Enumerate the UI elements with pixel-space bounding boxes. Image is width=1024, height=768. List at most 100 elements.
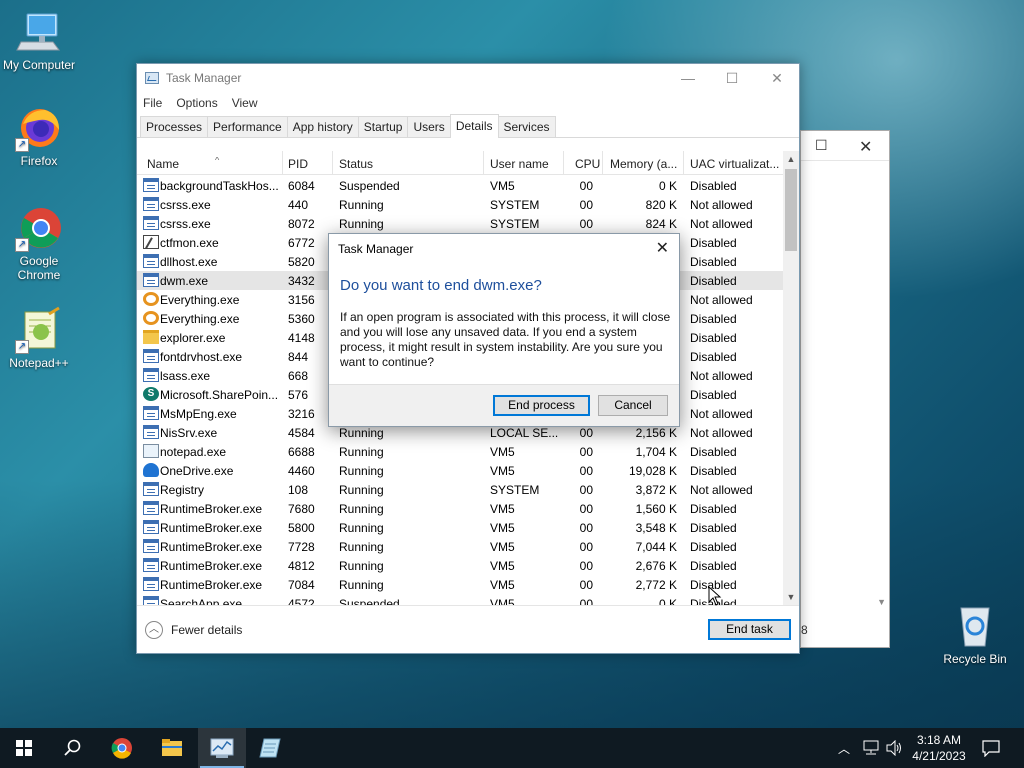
column-header-pid[interactable]: PID [288, 157, 332, 171]
table-row[interactable]: Registry 108 Running SYSTEM 00 3,872 K Not all… [137, 480, 783, 499]
chevron-up-icon: ︿ [145, 621, 163, 639]
taskbar-file-explorer[interactable] [148, 728, 196, 768]
table-row[interactable]: notepad.exe 6688 Running VM5 00 1,704 K Disabl… [137, 442, 783, 461]
column-header-cpu[interactable]: CPU [575, 157, 601, 171]
window-icon [143, 425, 159, 439]
maximize-button[interactable]: ☐ [709, 64, 755, 92]
table-row[interactable]: RuntimeBroker.exe 7680 Running VM5 00 1,560 K… [137, 499, 783, 518]
cell-memory: 2,156 K [635, 426, 677, 440]
end-process-dialog[interactable]: Task Manager ✕ Do you want to end dwm.ex… [328, 233, 680, 427]
table-row[interactable]: csrss.exe 8072 Running SYSTEM 00 824 K Not all… [137, 214, 783, 233]
desktop-icon-google-chrome[interactable]: ↗ Google Chrome [0, 204, 78, 282]
cell-status: Running [339, 217, 384, 231]
table-row[interactable]: SearchApp.exe 4572 Suspended VM5 00 0 K Disabl… [137, 594, 783, 605]
table-row[interactable]: RuntimeBroker.exe 7728 Running VM5 00 7,044 K… [137, 537, 783, 556]
column-header-uac-virtualization[interactable]: UAC virtualizat... [690, 157, 782, 171]
maximize-icon[interactable]: ☐ [815, 137, 828, 154]
dialog-message: If an open program is associated with th… [340, 310, 671, 369]
cell-pid: 7680 [288, 502, 315, 516]
table-row[interactable]: backgroundTaskHos... 6084 Suspended VM5 00 0 … [137, 176, 783, 195]
cell-uac-virtualization: Disabled [690, 350, 737, 364]
start-button[interactable] [0, 728, 48, 768]
menu-view[interactable]: View [232, 96, 258, 110]
window-icon [143, 577, 159, 591]
desktop-icon-recycle-bin[interactable]: Recycle Bin [936, 602, 1014, 666]
column-header-user-name[interactable]: User name [490, 157, 564, 171]
cell-uac-virtualization: Disabled [690, 445, 737, 459]
end-process-button[interactable]: End process [493, 395, 590, 416]
end-task-button[interactable]: End task [708, 619, 791, 640]
scrollbar-thumb[interactable] [785, 169, 797, 251]
dialog-close-icon[interactable]: ✕ [656, 238, 669, 258]
menu-file[interactable]: File [143, 96, 162, 110]
tab-users[interactable]: Users [407, 116, 451, 137]
taskbar-notepad[interactable] [246, 728, 294, 768]
scroll-up-icon[interactable]: ▲ [783, 151, 799, 167]
volume-icon[interactable] [886, 740, 902, 756]
menu-options[interactable]: Options [176, 96, 217, 110]
desktop-icon-label: Firefox [20, 154, 58, 168]
cell-pid: 108 [288, 483, 309, 497]
vertical-scrollbar[interactable]: ▲ ▼ [783, 151, 799, 605]
search-button[interactable] [48, 728, 96, 768]
notifications-icon[interactable] [982, 739, 1000, 757]
cell-status: Running [339, 578, 384, 592]
window-icon [143, 216, 159, 230]
recycle-bin-icon [951, 602, 999, 650]
cancel-button[interactable]: Cancel [598, 395, 668, 416]
close-icon[interactable]: ✕ [859, 137, 872, 157]
minimize-button[interactable]: — [665, 64, 711, 92]
cell-cpu: 00 [579, 198, 593, 212]
cell-cpu: 00 [579, 483, 593, 497]
cell-pid: 8072 [288, 217, 315, 231]
cell-memory: 3,548 K [635, 521, 677, 535]
desktop-icon-my-computer[interactable]: My Computer [0, 8, 78, 72]
network-icon[interactable] [862, 740, 880, 756]
scroll-down-icon[interactable]: ▼ [783, 589, 799, 605]
table-row[interactable]: RuntimeBroker.exe 5800 Running VM5 00 3,548 K… [137, 518, 783, 537]
desktop-icon-label: Google Chrome [17, 254, 61, 282]
table-row[interactable]: OneDrive.exe 4460 Running VM5 00 19,028 K Disa… [137, 461, 783, 480]
taskbar-chrome[interactable] [98, 728, 146, 768]
desktop-icon-notepad-plus-plus[interactable]: ↗ Notepad++ [0, 306, 78, 370]
tab-app-history[interactable]: App history [286, 116, 359, 137]
cell-pid: 7084 [288, 578, 315, 592]
folder-icon [162, 739, 182, 756]
window-icon [143, 558, 159, 572]
tab-processes[interactable]: Processes [140, 116, 209, 137]
background-window[interactable]: ☐ ✕ 8 ▼ [800, 130, 890, 648]
tab-services[interactable]: Services [497, 116, 556, 137]
desktop-icon-label: Notepad++ [9, 356, 69, 370]
cell-status: Running [339, 464, 384, 478]
cell-uac-virtualization: Disabled [690, 559, 737, 573]
column-header-status[interactable]: Status [339, 157, 479, 171]
tab-performance[interactable]: Performance [207, 116, 288, 137]
cell-memory: 820 K [645, 198, 677, 212]
cell-name: RuntimeBroker.exe [160, 540, 263, 554]
cell-cpu: 00 [579, 464, 593, 478]
taskbar-task-manager[interactable] [198, 728, 246, 768]
cell-uac-virtualization: Disabled [690, 502, 737, 516]
show-hidden-icons-icon[interactable]: ︿ [838, 740, 850, 768]
tab-details[interactable]: Details [449, 114, 499, 138]
table-row[interactable]: RuntimeBroker.exe 4812 Running VM5 00 2,676 K… [137, 556, 783, 575]
cell-uac-virtualization: Disabled [690, 236, 737, 250]
cell-status: Running [339, 502, 384, 516]
column-header-memory[interactable]: Memory (a... [610, 157, 682, 171]
system-clock[interactable]: 3:18 AM 4/21/2023 [908, 732, 970, 764]
scroll-down-icon[interactable]: ▼ [877, 597, 886, 607]
cell-status: Running [339, 540, 384, 554]
close-button[interactable]: ✕ [754, 64, 800, 92]
table-row[interactable]: RuntimeBroker.exe 7084 Running VM5 00 2,772 K… [137, 575, 783, 594]
fewer-details-button[interactable]: ︿ Fewer details [145, 621, 242, 639]
desktop-icon-firefox[interactable]: ↗ Firefox [0, 104, 78, 168]
shortcut-arrow-icon: ↗ [15, 340, 29, 354]
firefox-icon: ↗ [15, 104, 63, 152]
cell-cpu: 00 [579, 540, 593, 554]
cell-cpu: 00 [579, 597, 593, 605]
cell-name: MsMpEng.exe [160, 407, 237, 421]
column-header-name[interactable]: Name ^ [147, 157, 267, 171]
tab-startup[interactable]: Startup [357, 116, 409, 137]
background-window-fragment: 8 [801, 623, 808, 637]
table-row[interactable]: csrss.exe 440 Running SYSTEM 00 820 K Not allo… [137, 195, 783, 214]
